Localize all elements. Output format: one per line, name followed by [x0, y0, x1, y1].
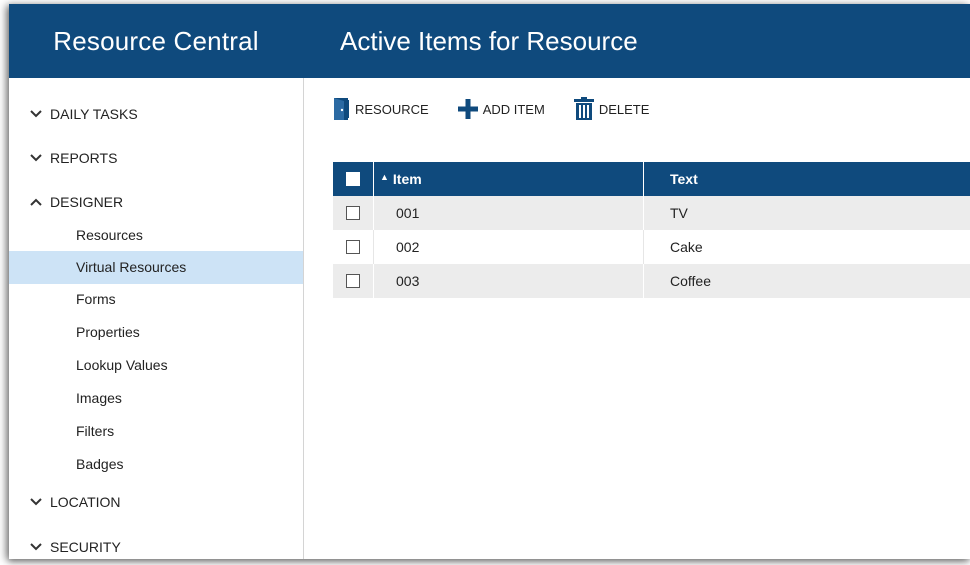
column-header-text[interactable]: Text	[644, 162, 970, 196]
column-header-label: Item	[392, 171, 422, 187]
cell-item: 003	[374, 264, 644, 298]
resource-button[interactable]: RESOURCE	[333, 97, 429, 121]
items-table: ▲ Item Text 001 TV 002 Cake 003 Coffee	[333, 162, 970, 298]
door-icon	[333, 97, 351, 121]
row-checkbox[interactable]	[346, 240, 360, 254]
sidebar-section-security[interactable]: SECURITY	[9, 533, 303, 561]
row-checkbox[interactable]	[346, 206, 360, 220]
app-title: Resource Central	[9, 4, 303, 78]
app-window: Resource Central DAILY TASKS REPORTS DES…	[9, 4, 970, 559]
table-row[interactable]: 003 Coffee	[333, 264, 970, 298]
table-row[interactable]: 002 Cake	[333, 230, 970, 264]
delete-button-label: DELETE	[598, 101, 650, 117]
chevron-down-icon	[28, 106, 44, 122]
sidebar-section-location[interactable]: LOCATION	[9, 488, 303, 516]
sidebar-section-reports[interactable]: REPORTS	[9, 144, 303, 172]
sidebar-item-resources[interactable]: Resources	[9, 219, 303, 252]
cell-text: Coffee	[670, 273, 711, 289]
table-header: ▲ Item Text	[333, 162, 970, 196]
sidebar-item-lookup-values[interactable]: Lookup Values	[9, 349, 303, 382]
column-header-label: Text	[670, 171, 698, 187]
cell-item: 002	[374, 230, 644, 264]
sidebar-section-label: SECURITY	[50, 539, 121, 555]
toolbar: RESOURCE ADD ITEM DELETE	[333, 92, 677, 126]
sidebar-item-properties[interactable]: Properties	[9, 316, 303, 349]
sidebar-item-virtual-resources[interactable]: Virtual Resources	[9, 251, 303, 284]
cell-text: Cake	[670, 239, 703, 255]
sidebar-item-forms[interactable]: Forms	[9, 283, 303, 316]
select-all-checkbox[interactable]	[346, 172, 360, 186]
trash-icon	[573, 97, 595, 121]
row-checkbox-cell	[333, 230, 374, 264]
chevron-up-icon	[28, 194, 44, 210]
sidebar-section-label: REPORTS	[50, 150, 118, 166]
row-checkbox-cell	[333, 196, 374, 230]
sidebar-item-images[interactable]: Images	[9, 382, 303, 415]
sidebar-section-label: DAILY TASKS	[50, 106, 138, 122]
row-checkbox-cell	[333, 264, 374, 298]
sidebar-section-label: DESIGNER	[50, 194, 124, 210]
row-checkbox[interactable]	[346, 274, 360, 288]
delete-button[interactable]: DELETE	[573, 97, 650, 121]
chevron-down-icon	[28, 150, 44, 166]
column-header-item[interactable]: ▲ Item	[374, 162, 644, 196]
chevron-down-icon	[28, 494, 44, 510]
sidebar-section-designer[interactable]: DESIGNER	[9, 188, 303, 216]
select-all-cell	[333, 162, 374, 196]
add-item-button[interactable]: ADD ITEM	[457, 98, 545, 120]
cell-item: 001	[374, 196, 644, 230]
sidebar-section-label: LOCATION	[50, 494, 121, 510]
sort-ascending-icon: ▲	[380, 172, 389, 182]
add-item-button-label: ADD ITEM	[482, 101, 545, 117]
sidebar-item-filters[interactable]: Filters	[9, 415, 303, 448]
table-row[interactable]: 001 TV	[333, 196, 970, 230]
sidebar-section-daily-tasks[interactable]: DAILY TASKS	[9, 100, 303, 128]
chevron-down-icon	[28, 539, 44, 555]
sidebar-item-badges[interactable]: Badges	[9, 448, 303, 481]
plus-icon	[457, 98, 479, 120]
page-title: Active Items for Resource	[303, 4, 970, 78]
cell-text: TV	[670, 205, 688, 221]
main-panel: Active Items for Resource RESOURCE ADD I…	[303, 4, 970, 559]
sidebar: Resource Central DAILY TASKS REPORTS DES…	[9, 4, 304, 559]
resource-button-label: RESOURCE	[355, 101, 429, 117]
